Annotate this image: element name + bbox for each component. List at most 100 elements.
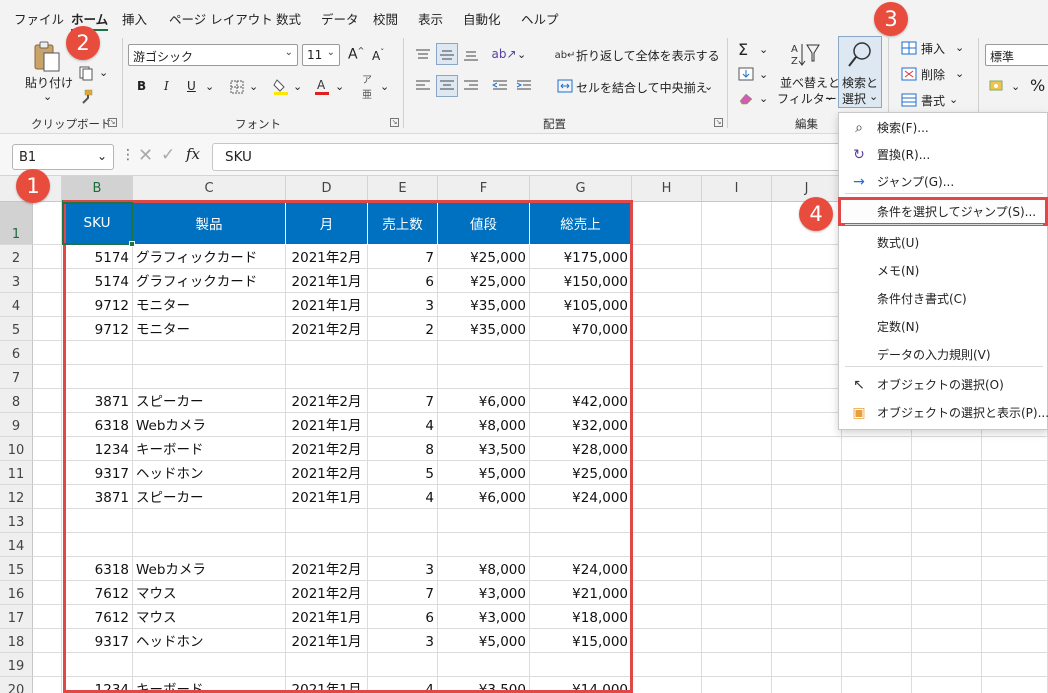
menu-item-0[interactable]: ⌕ 検索(F)... bbox=[839, 114, 1047, 141]
insert-cells-icon[interactable] bbox=[900, 40, 918, 56]
align-right-icon[interactable] bbox=[461, 77, 481, 95]
grid-cell[interactable] bbox=[702, 245, 772, 269]
menu-item-4[interactable]: 数式(U) bbox=[839, 229, 1047, 256]
tab-7[interactable]: 表示 bbox=[418, 9, 443, 28]
formula-input[interactable]: SKU bbox=[212, 143, 852, 171]
find-select-label-2[interactable]: 選択 bbox=[842, 90, 866, 107]
grid-cell[interactable] bbox=[772, 245, 842, 269]
grid-cell[interactable] bbox=[632, 365, 702, 389]
grid-cell[interactable] bbox=[772, 485, 842, 509]
grid-cell[interactable] bbox=[702, 437, 772, 461]
row-header-9[interactable]: 9 bbox=[0, 413, 33, 437]
grid-cell[interactable] bbox=[912, 437, 982, 461]
grid-cell[interactable] bbox=[912, 653, 982, 677]
chevron-down-icon[interactable]: ⌄ bbox=[97, 149, 107, 163]
row-header-19[interactable]: 19 bbox=[0, 653, 33, 677]
column-header-I[interactable]: I bbox=[702, 176, 772, 202]
align-top-icon[interactable] bbox=[413, 46, 433, 64]
menu-item-10[interactable]: ▣ オブジェクトの選択と表示(P)... bbox=[839, 399, 1048, 426]
increase-indent-icon[interactable] bbox=[514, 77, 534, 95]
grid-cell[interactable] bbox=[702, 317, 772, 341]
fill-color-dropdown-icon[interactable]: ⌄ bbox=[293, 80, 302, 93]
tab-8[interactable]: 自動化 bbox=[463, 9, 501, 28]
grid-cell[interactable] bbox=[702, 557, 772, 581]
row-header-6[interactable]: 6 bbox=[0, 341, 33, 365]
fill-icon[interactable] bbox=[737, 66, 755, 82]
grid-cell[interactable] bbox=[912, 533, 982, 557]
grid-cell[interactable] bbox=[702, 605, 772, 629]
name-box[interactable]: B1 ⌄ bbox=[12, 144, 114, 170]
row-header-17[interactable]: 17 bbox=[0, 605, 33, 629]
tab-5[interactable]: データ bbox=[321, 9, 359, 28]
grid-cell[interactable] bbox=[982, 485, 1048, 509]
grid-cell[interactable] bbox=[772, 557, 842, 581]
border-icon[interactable] bbox=[228, 78, 246, 96]
grid-cell[interactable] bbox=[33, 533, 62, 557]
font-color-icon[interactable]: A bbox=[313, 76, 331, 96]
accounting-format-icon[interactable] bbox=[988, 78, 1006, 94]
grid-cell[interactable] bbox=[772, 509, 842, 533]
format-dropdown-icon[interactable]: ⌄ bbox=[949, 93, 958, 106]
grid-cell[interactable] bbox=[982, 629, 1048, 653]
paste-icon[interactable] bbox=[30, 40, 64, 74]
bold-icon[interactable]: B bbox=[137, 79, 146, 93]
grid-cell[interactable] bbox=[982, 509, 1048, 533]
grid-cell[interactable] bbox=[702, 485, 772, 509]
orientation-icon[interactable]: ab↗ bbox=[491, 44, 516, 64]
grid-cell[interactable] bbox=[772, 293, 842, 317]
autosum-dropdown-icon[interactable]: ⌄ bbox=[759, 43, 768, 56]
insert-cells-button[interactable]: 挿入 bbox=[921, 40, 945, 57]
autosum-icon[interactable]: Σ bbox=[738, 40, 748, 59]
increase-font-icon[interactable]: A^ bbox=[348, 46, 364, 63]
find-select-label-1[interactable]: 検索と bbox=[842, 74, 878, 91]
column-header-G[interactable]: G bbox=[530, 176, 632, 202]
menu-item-8[interactable]: データの入力規則(V) bbox=[839, 341, 1047, 368]
italic-icon[interactable]: I bbox=[164, 79, 169, 93]
grid-cell[interactable] bbox=[842, 677, 912, 693]
fill-color-icon[interactable] bbox=[272, 76, 290, 96]
grid-cell[interactable] bbox=[33, 581, 62, 605]
grid-cell[interactable] bbox=[632, 341, 702, 365]
row-header-2[interactable]: 2 bbox=[0, 245, 33, 269]
grid-cell[interactable] bbox=[772, 437, 842, 461]
grid-cell[interactable] bbox=[912, 509, 982, 533]
align-center-icon[interactable] bbox=[437, 77, 457, 95]
tab-3[interactable]: ページ レイアウト bbox=[169, 9, 273, 28]
grid-cell[interactable] bbox=[702, 509, 772, 533]
grid-cell[interactable] bbox=[702, 413, 772, 437]
grid-cell[interactable] bbox=[33, 509, 62, 533]
column-header-D[interactable]: D bbox=[286, 176, 368, 202]
grid-cell[interactable] bbox=[702, 202, 772, 245]
decrease-font-icon[interactable]: Aˇ bbox=[372, 48, 384, 63]
fill-dropdown-icon[interactable]: ⌄ bbox=[759, 68, 768, 81]
paste-button-label[interactable]: 貼り付け bbox=[25, 74, 73, 91]
wrap-text-button[interactable]: 折り返して全体を表示する bbox=[576, 47, 720, 64]
grid-cell[interactable] bbox=[912, 605, 982, 629]
phonetic-dropdown-icon[interactable]: ⌄ bbox=[380, 80, 389, 93]
grid-cell[interactable] bbox=[33, 557, 62, 581]
grid-cell[interactable] bbox=[632, 245, 702, 269]
grid-cell[interactable] bbox=[842, 437, 912, 461]
grid-cell[interactable] bbox=[632, 317, 702, 341]
clipboard-launcher-icon[interactable]: ↘ bbox=[108, 118, 117, 127]
tab-2[interactable]: 挿入 bbox=[122, 9, 147, 28]
grid-cell[interactable] bbox=[702, 461, 772, 485]
font-name-select[interactable]: 游ゴシック ⌄ bbox=[128, 44, 298, 66]
grid-cell[interactable] bbox=[632, 605, 702, 629]
grid-cell[interactable] bbox=[33, 653, 62, 677]
column-header-C[interactable]: C bbox=[133, 176, 286, 202]
grid-cell[interactable] bbox=[632, 413, 702, 437]
menu-item-5[interactable]: メモ(N) bbox=[839, 257, 1047, 284]
grid-cell[interactable] bbox=[33, 245, 62, 269]
border-dropdown-icon[interactable]: ⌄ bbox=[249, 80, 258, 93]
grid-cell[interactable] bbox=[842, 533, 912, 557]
grid-cell[interactable] bbox=[842, 629, 912, 653]
delete-cells-button[interactable]: 削除 bbox=[921, 66, 945, 83]
align-middle-icon[interactable] bbox=[437, 46, 457, 64]
row-header-12[interactable]: 12 bbox=[0, 485, 33, 509]
grid-cell[interactable] bbox=[632, 557, 702, 581]
grid-cell[interactable] bbox=[33, 317, 62, 341]
grid-cell[interactable] bbox=[772, 581, 842, 605]
column-header-H[interactable]: H bbox=[632, 176, 702, 202]
grid-cell[interactable] bbox=[842, 461, 912, 485]
